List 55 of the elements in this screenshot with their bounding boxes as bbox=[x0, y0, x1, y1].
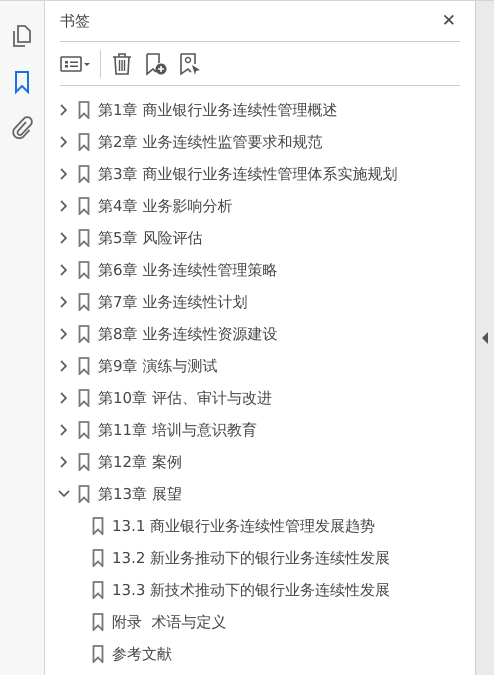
bookmark-item[interactable]: 第6章 业务连续性管理策略 bbox=[98, 258, 278, 282]
bookmark-item[interactable]: 第3章 商业银行业务连续性管理体系实施规划 bbox=[98, 162, 398, 186]
bookmark-icon bbox=[92, 645, 104, 663]
bookmark-icon bbox=[92, 549, 104, 567]
add-bookmark-button[interactable] bbox=[143, 50, 169, 76]
bookmark-icon bbox=[78, 197, 90, 215]
bookmark-item[interactable]: 13.2 新业务推动下的银行业务连续性发展 bbox=[112, 546, 390, 570]
bookmark-item[interactable]: 第10章 评估、审计与改进 bbox=[98, 386, 272, 410]
expand-chevron-icon[interactable] bbox=[58, 392, 70, 404]
expand-chevron-icon[interactable] bbox=[58, 168, 70, 180]
bookmark-item[interactable]: 13.3 新技术推动下的银行业务连续性发展 bbox=[112, 578, 390, 602]
bookmark-icon bbox=[78, 421, 90, 439]
pages-icon[interactable] bbox=[10, 23, 34, 49]
bookmark-icon bbox=[78, 485, 90, 503]
bookmark-icon bbox=[92, 581, 104, 599]
bookmark-icon bbox=[78, 165, 90, 183]
bookmark-icon bbox=[78, 133, 90, 151]
bookmark-item[interactable]: 附录 术语与定义 bbox=[112, 610, 227, 634]
expand-chevron-icon[interactable] bbox=[58, 456, 70, 468]
bookmark-icon bbox=[78, 229, 90, 247]
bookmark-item[interactable]: 13.1 商业银行业务连续性管理发展趋势 bbox=[112, 514, 376, 538]
expand-chevron-icon[interactable] bbox=[58, 232, 70, 244]
bookmark-item[interactable]: 第13章 展望 bbox=[98, 482, 182, 506]
bookmark-icon bbox=[92, 613, 104, 631]
bookmark-item[interactable]: 第2章 业务连续性监管要求和规范 bbox=[98, 130, 322, 154]
panel-title: 书签 bbox=[60, 10, 90, 32]
expand-chevron-icon[interactable] bbox=[58, 136, 70, 148]
bookmark-item[interactable]: 第8章 业务连续性资源建设 bbox=[98, 322, 278, 346]
bookmark-item[interactable]: 第11章 培训与意识教育 bbox=[98, 418, 257, 442]
paperclip-icon[interactable] bbox=[10, 115, 34, 141]
bookmark-icon bbox=[78, 453, 90, 471]
bookmark-icon bbox=[78, 293, 90, 311]
collapse-chevron-icon[interactable] bbox=[58, 488, 70, 500]
bookmark-icon bbox=[78, 101, 90, 119]
expand-chevron-icon[interactable] bbox=[58, 328, 70, 340]
expand-chevron-icon[interactable] bbox=[58, 264, 70, 276]
bookmark-item[interactable]: 第9章 演练与测试 bbox=[98, 354, 218, 378]
expand-chevron-icon[interactable] bbox=[58, 104, 70, 116]
bookmark-item[interactable]: 第5章 风险评估 bbox=[98, 226, 202, 250]
bookmark-item[interactable]: 参考文献 bbox=[112, 642, 172, 666]
bookmark-item[interactable]: 第4章 业务影响分析 bbox=[98, 194, 232, 218]
expand-chevron-icon[interactable] bbox=[58, 424, 70, 436]
expand-chevron-icon[interactable] bbox=[58, 360, 70, 372]
bookmark-icon bbox=[78, 325, 90, 343]
bookmark-icon bbox=[78, 261, 90, 279]
expand-arrow-icon[interactable] bbox=[482, 332, 488, 344]
bookmark-icon bbox=[78, 389, 90, 407]
expand-chevron-icon[interactable] bbox=[58, 296, 70, 308]
bookmark-item[interactable]: 第7章 业务连续性计划 bbox=[98, 290, 248, 314]
bookmark-item[interactable]: 第12章 案例 bbox=[98, 450, 182, 474]
bookmark-item[interactable]: 第1章 商业银行业务连续性管理概述 bbox=[98, 98, 338, 122]
close-button[interactable]: ✕ bbox=[438, 12, 460, 30]
expand-chevron-icon[interactable] bbox=[58, 200, 70, 212]
bookmark-icon bbox=[78, 357, 90, 375]
bookmark-icon bbox=[92, 517, 104, 535]
